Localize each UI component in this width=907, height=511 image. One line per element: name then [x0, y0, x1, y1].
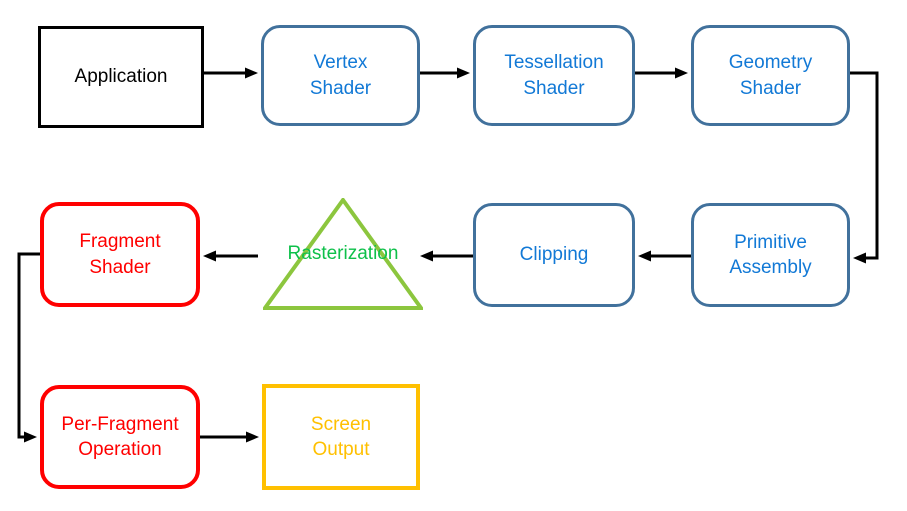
edge-clipping-to-rasterization: [420, 250, 473, 262]
arrow-head: [203, 250, 216, 262]
node-label-fragment-shader: Fragment Shader: [79, 231, 161, 278]
node-label-clipping: Clipping: [519, 244, 589, 266]
node-tessellation-shader: Tessellation Shader: [473, 25, 635, 126]
node-label-application: Application: [74, 66, 168, 88]
arrow-head: [24, 431, 37, 443]
node-clipping: Clipping: [473, 203, 635, 307]
arrow-head: [457, 67, 470, 79]
node-vertex-shader: Vertex Shader: [261, 25, 420, 126]
node-label-vertex-shader: Vertex Shader: [309, 52, 372, 99]
node-per-fragment-operation: Per-Fragment Operation: [40, 385, 200, 489]
edge-primitive-to-clipping: [638, 250, 691, 262]
node-label-screen-output: Screen Output: [310, 413, 372, 460]
edge-rasterization-to-fragment-shader: [203, 250, 258, 262]
edge-vertex-shader-to-tessellation: [420, 67, 470, 79]
edge-geometry-shader-to-primitive: [850, 71, 879, 264]
arrow-head: [853, 252, 866, 264]
arrow-head: [245, 67, 258, 79]
edge-per-fragment-to-screen-output: [200, 431, 259, 443]
node-label-per-fragment-operation: Per-Fragment Operation: [61, 413, 179, 460]
node-geometry-shader: Geometry Shader: [691, 25, 850, 126]
edge-fragment-shader-to-per-fragment: [17, 252, 40, 443]
node-primitive-assembly: Primitive Assembly: [691, 203, 850, 307]
node-fragment-shader: Fragment Shader: [40, 202, 200, 307]
node-label-tessellation-shader: Tessellation Shader: [504, 52, 604, 99]
edge-tessellation-to-geometry-shader: [635, 67, 688, 79]
node-label-rasterization: Rasterization: [287, 243, 399, 265]
edge-application-to-vertex-shader: [204, 67, 258, 79]
node-label-primitive-assembly: Primitive Assembly: [729, 231, 812, 278]
node-screen-output: Screen Output: [262, 384, 420, 490]
pipeline-diagram-canvas: Application Vertex Shader Tessellation Sha…: [0, 0, 907, 511]
arrow-head: [675, 67, 688, 79]
node-label-geometry-shader: Geometry Shader: [728, 52, 813, 99]
node-rasterization: Rasterization: [263, 198, 423, 310]
node-application: Application: [38, 26, 204, 128]
arrow-head: [246, 431, 259, 443]
arrow-head: [638, 250, 651, 262]
